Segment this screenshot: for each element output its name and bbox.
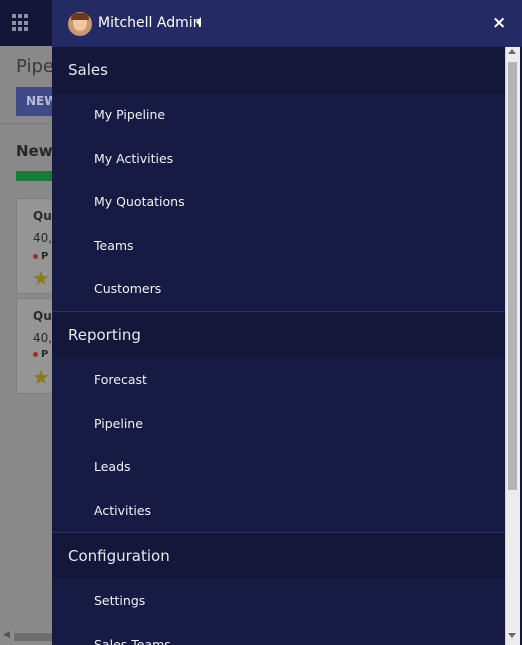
menu-section-items: Settings Sales Teams — [52, 579, 505, 645]
menu-item-customers[interactable]: Customers — [52, 267, 505, 311]
scroll-left-icon[interactable]: ◀ — [3, 630, 10, 640]
kanban-card-amount: 40, — [33, 231, 53, 245]
menu-section-configuration[interactable]: Configuration — [52, 533, 505, 580]
close-icon[interactable]: × — [492, 13, 506, 33]
menu-item-my-quotations[interactable]: My Quotations — [52, 180, 505, 224]
menu-scrollbar-thumb[interactable] — [508, 62, 517, 490]
scroll-down-icon[interactable] — [508, 633, 516, 638]
page-title: Pipe — [16, 56, 54, 77]
menu-item-settings[interactable]: Settings — [52, 579, 505, 623]
priority-star-icon[interactable]: ★ — [32, 365, 50, 389]
caret-left-icon[interactable] — [196, 17, 201, 27]
menu-item-pipeline[interactable]: Pipeline — [52, 402, 505, 446]
kanban-card-amount: 40, — [33, 331, 53, 345]
menu-item-teams[interactable]: Teams — [52, 224, 505, 268]
kanban-column-title: New — [16, 142, 53, 160]
user-avatar[interactable] — [68, 12, 92, 36]
kanban-card-tag: P — [33, 251, 48, 262]
kanban-card-title: Qu — [33, 309, 52, 323]
menu-item-sales-teams[interactable]: Sales Teams — [52, 623, 505, 645]
column-progress-bar — [16, 171, 56, 181]
kanban-card-title: Qu — [33, 209, 52, 223]
menu-section-sales[interactable]: Sales — [52, 47, 505, 93]
horizontal-scrollbar-thumb[interactable] — [14, 633, 54, 641]
apps-grid-icon[interactable] — [12, 14, 30, 32]
scroll-up-icon[interactable] — [508, 49, 516, 54]
menu-section-reporting[interactable]: Reporting — [52, 311, 505, 358]
kanban-card-tag: P — [33, 349, 48, 360]
menu-item-activities[interactable]: Activities — [52, 489, 505, 533]
menu-item-my-activities[interactable]: My Activities — [52, 137, 505, 181]
menu-item-leads[interactable]: Leads — [52, 445, 505, 489]
menu-section-items: My Pipeline My Activities My Quotations … — [52, 93, 505, 311]
priority-star-icon[interactable]: ★ — [32, 266, 50, 290]
menu-section-items: Forecast Pipeline Leads Activities — [52, 357, 505, 533]
menu-body: Sales My Pipeline My Activities My Quota… — [52, 47, 505, 645]
user-name[interactable]: Mitchell Admin — [98, 15, 202, 31]
menu-item-forecast[interactable]: Forecast — [52, 358, 505, 402]
menu-item-my-pipeline[interactable]: My Pipeline — [52, 93, 505, 137]
menu-header: Mitchell Admin × — [52, 0, 522, 47]
app-side-menu: Mitchell Admin × Sales My Pipeline My Ac… — [52, 0, 522, 645]
